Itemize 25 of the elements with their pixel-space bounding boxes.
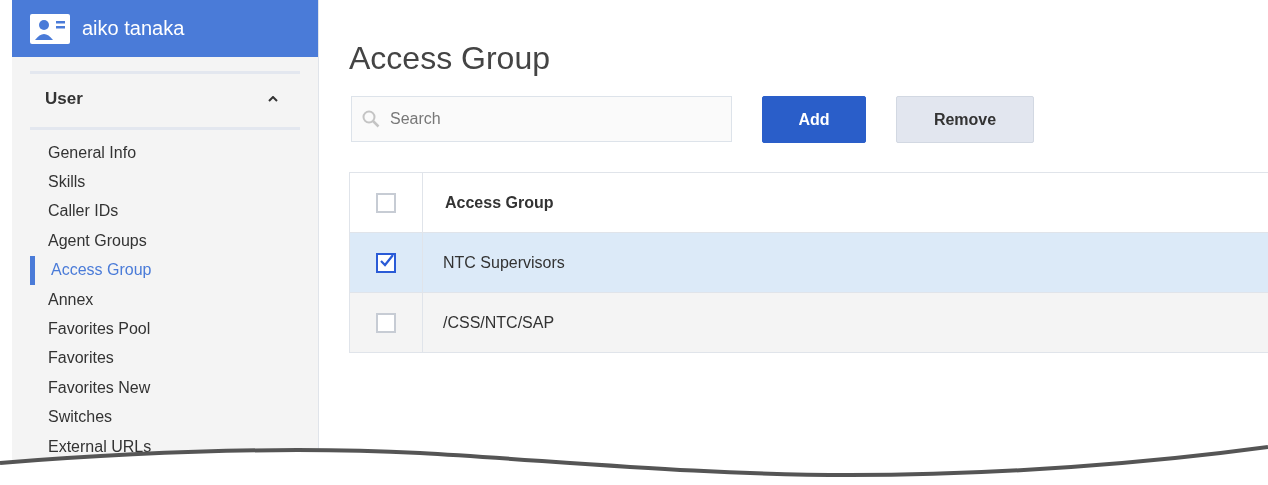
chevron-icon <box>268 95 278 102</box>
sidebar-item[interactable]: Agent Groups <box>48 231 147 250</box>
user-name: aiko tanaka <box>82 17 185 40</box>
table-cell-text: /CSS/NTC/SAP <box>442 313 555 332</box>
section-header[interactable]: User <box>12 74 318 127</box>
sidebar-item[interactable]: Annex <box>48 290 94 309</box>
remove-button[interactable]: Remove <box>896 96 1034 143</box>
sidebar-item[interactable]: External URLs <box>48 437 152 456</box>
sidebar-item[interactable]: Favorites New <box>48 378 151 397</box>
sidebar-item[interactable]: Skills <box>48 173 86 192</box>
table-row[interactable]: NTC Supervisors <box>350 232 1268 292</box>
checkbox[interactable] <box>376 252 396 273</box>
add-button[interactable]: Add <box>762 96 866 143</box>
sidebar-item[interactable]: Caller IDs <box>48 202 119 221</box>
search-field[interactable]: Search <box>351 96 732 142</box>
sidebar-item[interactable]: Access Group <box>51 261 152 280</box>
contact-card-icon <box>30 13 70 44</box>
sidebar-item[interactable]: Favorites <box>48 349 114 368</box>
sidebar-item[interactable]: General Info <box>48 143 137 162</box>
page-title: Access Group <box>349 40 551 78</box>
column-header: Access Group <box>444 193 554 212</box>
table-row[interactable]: /CSS/NTC/SAP <box>350 292 1268 352</box>
sidebar-item[interactable]: Favorites Pool <box>48 320 151 339</box>
table-cell-text: NTC Supervisors <box>442 253 565 272</box>
sidebar-item[interactable]: Switches <box>48 408 113 427</box>
